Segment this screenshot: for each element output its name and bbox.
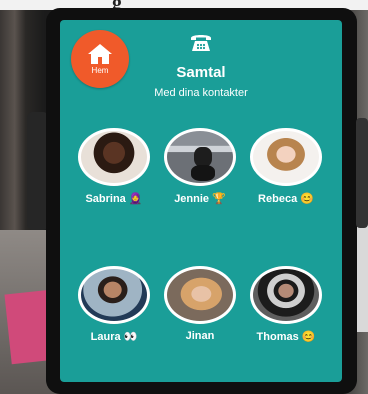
tablet-screen: Hem Samtal Med dina kontakter Sabrina 🧕 … [60, 20, 342, 382]
contact-name: Thomas 😊 [256, 331, 316, 343]
contact-card-jennie[interactable]: Jennie 🏆 [160, 128, 240, 205]
contact-card-laura[interactable]: Laura 👀 [74, 266, 154, 343]
page-subtitle: Med dina kontakter [154, 87, 248, 99]
avatar [164, 266, 236, 324]
avatar [250, 266, 322, 324]
tablet-stand-right [356, 118, 368, 228]
avatar [250, 128, 322, 186]
contact-name: Jennie 🏆 [174, 193, 226, 205]
telephone-icon [191, 35, 211, 51]
contact-name: Jinan [185, 330, 215, 342]
contact-card-thomas[interactable]: Thomas 😊 [246, 266, 326, 343]
house-icon [88, 44, 112, 64]
contact-card-rebeca[interactable]: Rebeca 😊 [246, 128, 326, 205]
contact-card-jinan[interactable]: Jinan [160, 266, 240, 342]
contact-name: Laura 👀 [90, 331, 138, 343]
avatar [78, 266, 150, 324]
contact-name: Rebeca 😊 [258, 193, 314, 205]
contact-card-sabrina[interactable]: Sabrina 🧕 [74, 128, 154, 205]
page-title: Samtal [176, 64, 226, 81]
avatar [78, 128, 150, 186]
contact-name: Sabrina 🧕 [85, 193, 143, 205]
avatar [164, 128, 236, 186]
